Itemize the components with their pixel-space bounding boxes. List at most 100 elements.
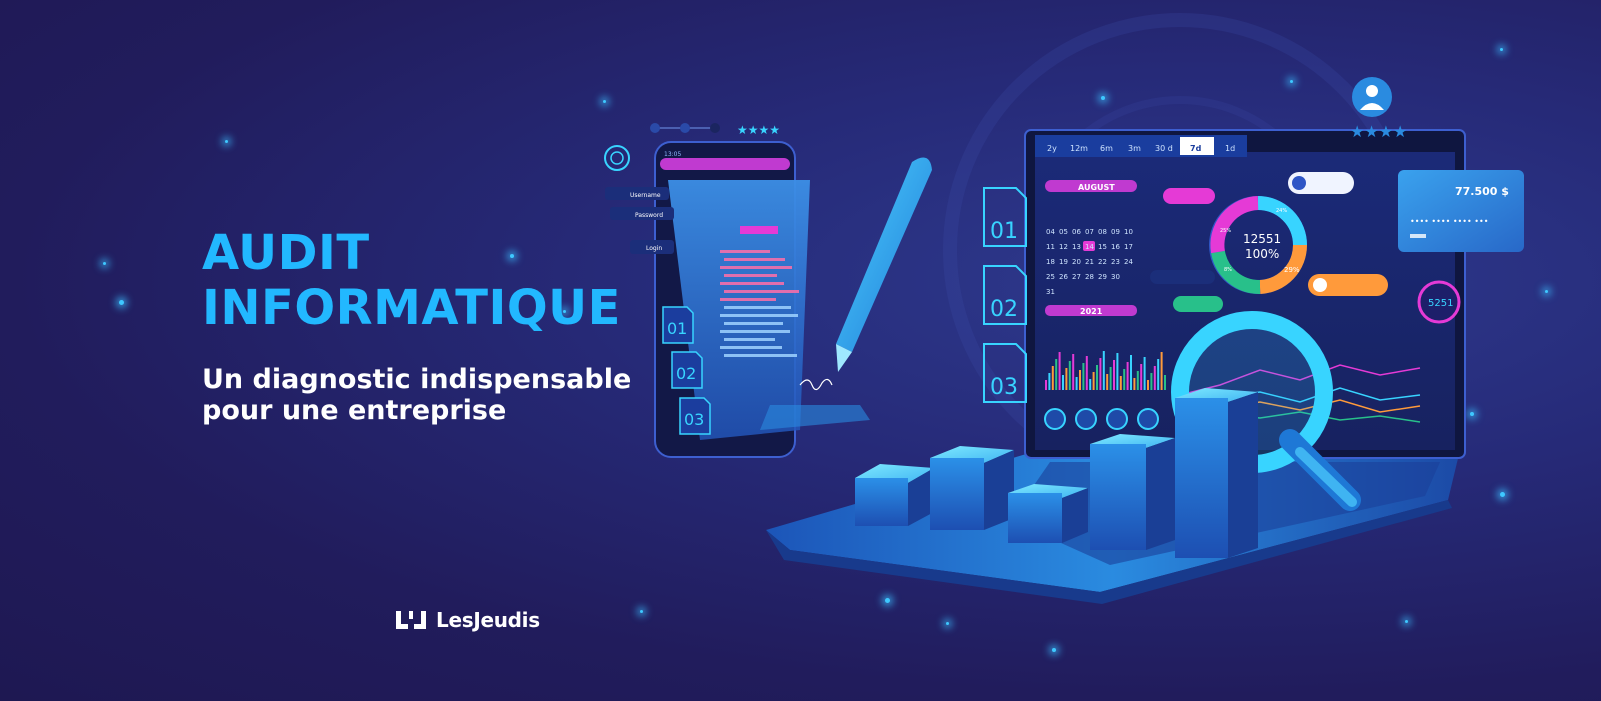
calendar-day[interactable]: 22 <box>1098 258 1107 266</box>
document-line <box>724 354 797 357</box>
login-button[interactable]: Login <box>646 245 662 252</box>
calendar-day[interactable]: 13 <box>1072 243 1081 251</box>
screen-bar <box>1123 369 1126 390</box>
calendar-day[interactable]: 07 <box>1085 228 1094 236</box>
screen-bar <box>1126 362 1129 390</box>
stylus-pen <box>836 157 932 372</box>
screen-bar <box>1058 352 1061 390</box>
screen-bar <box>1119 376 1122 390</box>
side-tab-02[interactable]: 02 <box>990 297 1018 322</box>
step-stars: ★★★★ <box>737 123 780 137</box>
screen-bar <box>1068 361 1071 390</box>
calendar-day[interactable]: 26 <box>1059 273 1068 281</box>
document-line <box>724 274 777 277</box>
screen-bar <box>1153 366 1156 390</box>
phone-tab-01[interactable]: 01 <box>667 319 687 338</box>
calendar-day[interactable]: 09 <box>1111 228 1120 236</box>
calendar-day[interactable]: 12 <box>1059 243 1068 251</box>
calendar-day[interactable]: 10 <box>1124 228 1133 236</box>
document-line <box>720 346 782 349</box>
screen-bar <box>1045 380 1047 390</box>
side-tab-01[interactable]: 01 <box>990 219 1018 244</box>
badge-value: 5251 <box>1428 298 1453 309</box>
calendar-day[interactable]: 30 <box>1111 273 1120 281</box>
donut-label: 29% <box>1284 266 1300 274</box>
card-number: •••• •••• •••• ••• <box>1410 217 1488 226</box>
donut-label: 8% <box>1224 267 1232 273</box>
document-line <box>724 338 775 341</box>
document-line <box>724 322 783 325</box>
document-line <box>724 290 799 293</box>
document-line <box>724 258 785 261</box>
screen-bar <box>1150 373 1153 390</box>
screen-bar <box>1055 359 1058 390</box>
time-range-tabs: 2y 12m 6m 3m 30 d 7d 1d <box>1035 135 1247 157</box>
audit-illustration: 2y 12m 6m 3m 30 d 7d 1d AUGUST 04 05 06 07 0… <box>604 13 1524 604</box>
screen-bar <box>1051 366 1054 390</box>
credit-card: 77.500 $ •••• •••• •••• ••• <box>1398 170 1524 252</box>
phone-time: 13:05 <box>664 151 681 158</box>
screen-bar <box>1089 379 1092 390</box>
screen-bar <box>1085 356 1088 390</box>
calendar-day[interactable]: 19 <box>1059 258 1068 266</box>
tab-6m[interactable]: 6m <box>1100 144 1113 153</box>
calendar-day[interactable]: 16 <box>1111 243 1120 251</box>
document-line <box>720 250 770 253</box>
calendar-day[interactable]: 04 <box>1046 228 1055 236</box>
document-line <box>720 282 784 285</box>
donut-label: 25% <box>1220 228 1231 234</box>
banner: AUDIT INFORMATIQUE Un diagnostic indispe… <box>0 0 1601 701</box>
screen-bar <box>1048 373 1051 390</box>
calendar-day[interactable]: 17 <box>1124 243 1133 251</box>
metric-badge: 5251 <box>1417 280 1461 324</box>
login-username[interactable]: Username <box>630 192 661 199</box>
calendar-day[interactable]: 28 <box>1085 273 1094 281</box>
card-amount: 77.500 $ <box>1455 185 1509 198</box>
tab-30d[interactable]: 30 d <box>1155 144 1173 153</box>
screen-bar <box>1096 365 1098 390</box>
tab-3m[interactable]: 3m <box>1128 144 1141 153</box>
screen-bar <box>1116 353 1119 390</box>
login-password[interactable]: Password <box>635 212 663 219</box>
calendar-day[interactable]: 18 <box>1046 258 1055 266</box>
screen-bar <box>1113 360 1115 390</box>
document-line <box>720 266 792 269</box>
screen-bar <box>1160 352 1163 390</box>
phone-tab-02[interactable]: 02 <box>676 364 696 383</box>
screen-bar <box>1099 358 1102 390</box>
calendar-day[interactable]: 08 <box>1098 228 1107 236</box>
screen-bar <box>1109 367 1112 390</box>
tab-1d[interactable]: 1d <box>1225 144 1235 153</box>
phone-tab-03[interactable]: 03 <box>684 410 704 429</box>
screen-bar <box>1065 368 1068 390</box>
screen-bar <box>1106 374 1109 390</box>
calendar-day[interactable]: 24 <box>1124 258 1133 266</box>
screen-bar <box>1082 363 1085 390</box>
calendar-day[interactable]: 06 <box>1072 228 1081 236</box>
screen-bar <box>1140 364 1143 390</box>
calendar-day[interactable]: 14 <box>1085 243 1094 251</box>
user-avatar: ★★★★ <box>1350 77 1407 141</box>
tab-12m[interactable]: 12m <box>1070 144 1088 153</box>
calendar-day[interactable]: 29 <box>1098 273 1107 281</box>
calendar-day[interactable]: 25 <box>1046 273 1055 281</box>
screen-bar <box>1157 359 1160 390</box>
donut-percent: 100% <box>1245 247 1279 261</box>
calendar-day[interactable]: 21 <box>1085 258 1094 266</box>
screen-bar <box>1079 370 1081 390</box>
calendar-day[interactable]: 20 <box>1072 258 1081 266</box>
side-tab-03[interactable]: 03 <box>990 375 1018 400</box>
calendar-day[interactable]: 23 <box>1111 258 1120 266</box>
tab-2y[interactable]: 2y <box>1047 144 1057 153</box>
calendar-day[interactable]: 11 <box>1046 243 1055 251</box>
calendar-year: 2021 <box>1080 307 1103 316</box>
calendar-day[interactable]: 27 <box>1072 273 1081 281</box>
mobile-document: 13:05 01 02 03 Username Password Login ★… <box>604 123 870 458</box>
calendar-day[interactable]: 31 <box>1046 288 1055 296</box>
screen-bar <box>1075 377 1078 390</box>
calendar-day[interactable]: 15 <box>1098 243 1107 251</box>
document-line <box>720 298 776 301</box>
tab-7d[interactable]: 7d <box>1190 144 1202 153</box>
rating-stars: ★★★★ <box>1350 122 1407 141</box>
calendar-day[interactable]: 05 <box>1059 228 1068 236</box>
